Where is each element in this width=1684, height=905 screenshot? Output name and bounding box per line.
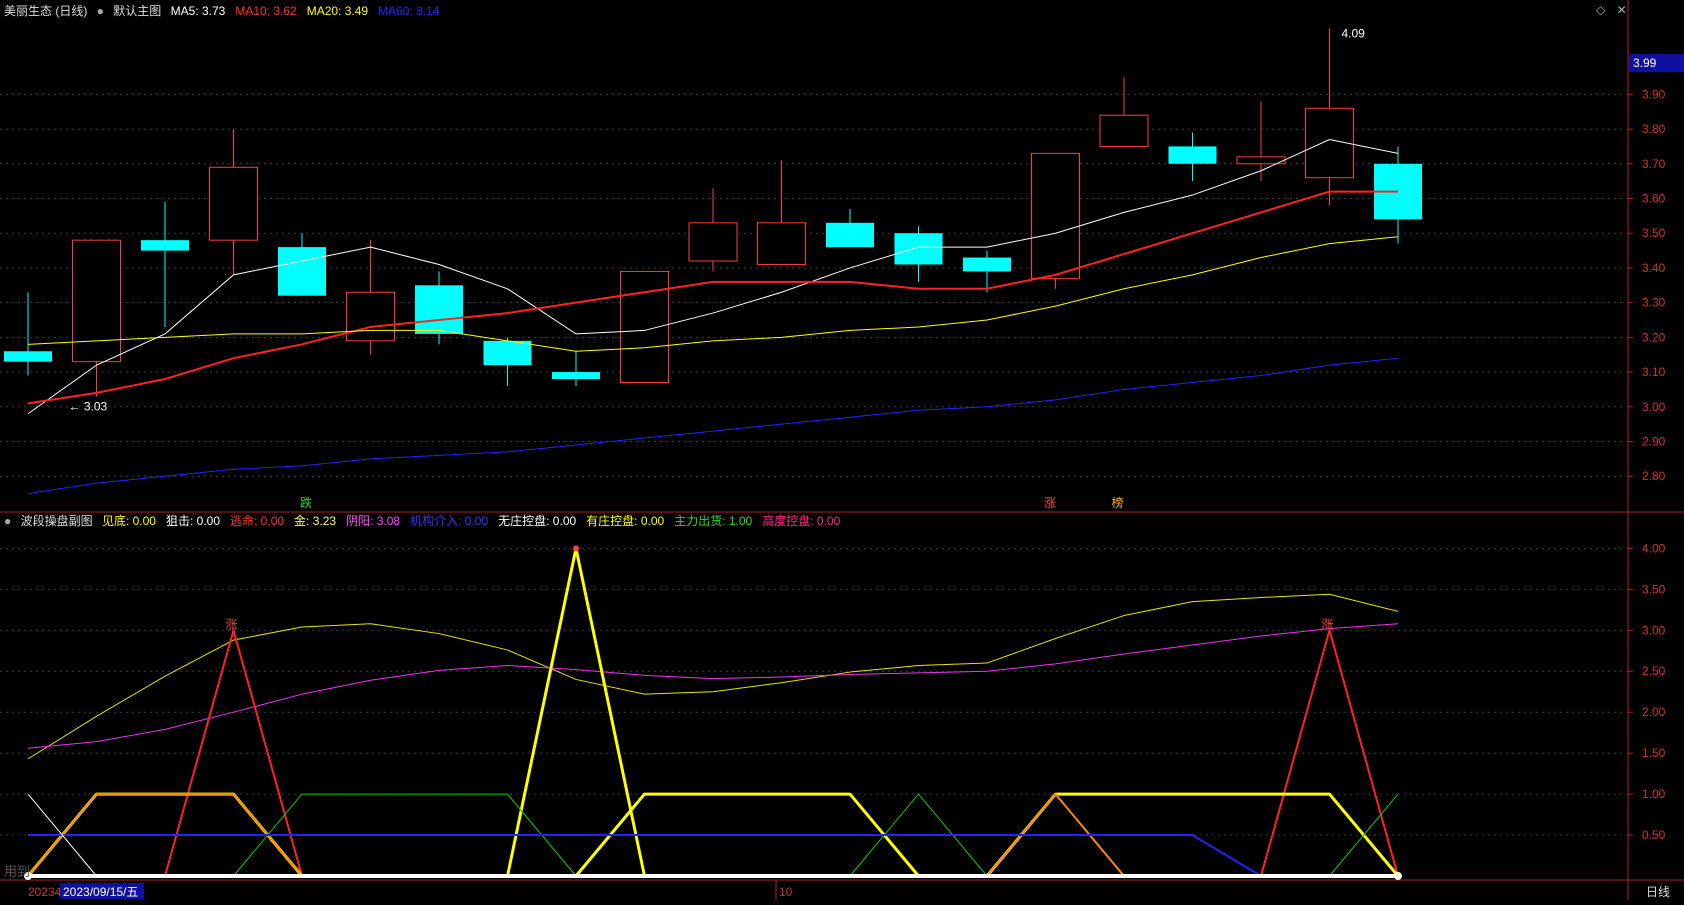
- candle-body: [1031, 152, 1080, 279]
- main-indicator: MA60: 3.14: [378, 4, 440, 18]
- signal-bang: 榜: [1112, 495, 1124, 510]
- sub-indicator: 金: 3.23: [294, 514, 337, 528]
- current-price-tag-text: 3.99: [1633, 56, 1657, 70]
- candle-body: [209, 166, 258, 241]
- sub-tick-label: 3.00: [1642, 623, 1666, 637]
- ma-line-ma60: [27, 357, 1399, 495]
- main-indicator: MA20: 3.49: [306, 4, 369, 18]
- sub-chart-name[interactable]: 波段操盘副图: [21, 514, 93, 528]
- sub-tick-label: 4.00: [1642, 541, 1666, 555]
- candle-body: [757, 222, 806, 265]
- candle-body: [415, 285, 463, 334]
- main-indicator: MA5: 3.73: [170, 4, 226, 18]
- candle-body: [483, 340, 532, 366]
- price-tick-label: 3.20: [1642, 330, 1666, 344]
- price-tick-label: 2.80: [1642, 469, 1666, 483]
- close-icon[interactable]: ✕: [1617, 3, 1627, 17]
- candle-body: [963, 257, 1011, 272]
- candle-body: [1168, 146, 1217, 164]
- chart-root: 3.90 3.80 3.70 3.60 3.50 3.40 3.30 3.20 3.10 3.00…: [0, 0, 1684, 900]
- price-tick-label: 3.80: [1642, 122, 1666, 136]
- window-icons: ◇ ✕: [1596, 3, 1627, 17]
- price-tick-label: 3.50: [1642, 226, 1666, 240]
- price-tick-label: 3.70: [1642, 157, 1666, 171]
- sub-indicator: 无庄控盘: 0.00: [498, 514, 577, 528]
- price-tick-label: 3.90: [1642, 87, 1666, 101]
- sub-tick-label: 3.50: [1642, 582, 1666, 596]
- month-tick: 10: [779, 885, 793, 899]
- sub-marker: 涨: [1322, 616, 1334, 631]
- sub-chart-menu-icon[interactable]: ●: [4, 514, 11, 528]
- sub-indicator: 机构介入: 0.00: [410, 514, 489, 528]
- candle-body: [72, 239, 121, 363]
- sub-indicator: 有庄控盘: 0.00: [586, 514, 665, 528]
- sub-marker: 涨: [226, 616, 238, 631]
- main-chart-name[interactable]: 默认主图: [113, 4, 161, 18]
- date-start: 20234: [28, 885, 62, 899]
- chart-svg[interactable]: 3.90 3.80 3.70 3.60 3.50 3.40 3.30 3.20 3.10 3.00…: [0, 0, 1684, 900]
- low-label: ← 3.03: [69, 399, 108, 413]
- sub-end-dot: [1394, 872, 1402, 880]
- sub-header: ● 波段操盘副图 见底: 0.00 狙击: 0.00 逃命: 0.00 金: 3.23…: [4, 514, 856, 528]
- sub-tick-label: 2.50: [1642, 664, 1666, 678]
- sub-line-逃命: [28, 629, 1399, 877]
- price-tick-label: 3.10: [1642, 365, 1666, 379]
- price-tick-label: 3.00: [1642, 400, 1666, 414]
- sub-tick-label: 0.50: [1642, 828, 1666, 842]
- sub-indicator: 高度控盘: 0.00: [762, 514, 841, 528]
- diamond-icon[interactable]: ◇: [1596, 3, 1605, 17]
- period-label: 日线: [1646, 885, 1670, 899]
- sub-tick-label: 1.50: [1642, 746, 1666, 760]
- main-indicator: MA10: 3.62: [235, 4, 297, 18]
- signal-up: 涨: [1044, 495, 1056, 510]
- sub-tick-label: 1.00: [1642, 787, 1666, 801]
- candle-body: [620, 270, 669, 383]
- candle-body: [278, 247, 326, 296]
- price-tick-label: 3.40: [1642, 261, 1666, 275]
- candle-body: [894, 233, 943, 265]
- candle-body: [688, 222, 738, 262]
- sub-indicator-list: 见底: 0.00 狙击: 0.00 逃命: 0.00 金: 3.23 阴阳: 3.08 机…: [102, 514, 850, 528]
- sub-indicator: 见底: 0.00: [101, 514, 156, 528]
- signal-down: 跌: [300, 495, 312, 510]
- sub-tick-label: 2.00: [1642, 705, 1666, 719]
- high-label: 4.09: [1342, 26, 1366, 40]
- sub-indicator: 阴阳: 3.08: [346, 514, 401, 528]
- price-tick-label: 2.90: [1642, 435, 1666, 449]
- watermark: 用到: [4, 864, 30, 879]
- price-tick-label: 3.60: [1642, 192, 1666, 206]
- sub-indicator: 逃命: 0.00: [230, 514, 285, 528]
- sub-indicator: 狙击: 0.00: [165, 514, 221, 528]
- candle-body: [4, 351, 52, 362]
- stock-title[interactable]: 美丽生态 (日线): [4, 4, 87, 18]
- candle-body: [552, 372, 600, 380]
- main-indicator-list: MA5: 3.73 MA10: 3.62 MA20: 3.49 MA60: 3.14: [171, 4, 450, 18]
- sub-line-阴阳: [27, 623, 1399, 749]
- candle-body: [346, 291, 395, 342]
- date-selected: 2023/09/15/五: [63, 885, 138, 899]
- price-tick-label: 3.30: [1642, 296, 1666, 310]
- candle-body: [141, 240, 189, 251]
- main-header: 美丽生态 (日线) ● 默认主图 MA5: 3.73 MA10: 3.62 MA20…: [4, 4, 455, 18]
- candle-body: [826, 222, 874, 248]
- sub-line-机构介入: [28, 834, 1398, 877]
- sub-peak-dot: [573, 545, 579, 552]
- chart-menu-icon[interactable]: ●: [97, 4, 104, 18]
- sub-indicator: 主力出货: 1.00: [674, 514, 753, 528]
- candle-body: [1099, 114, 1149, 147]
